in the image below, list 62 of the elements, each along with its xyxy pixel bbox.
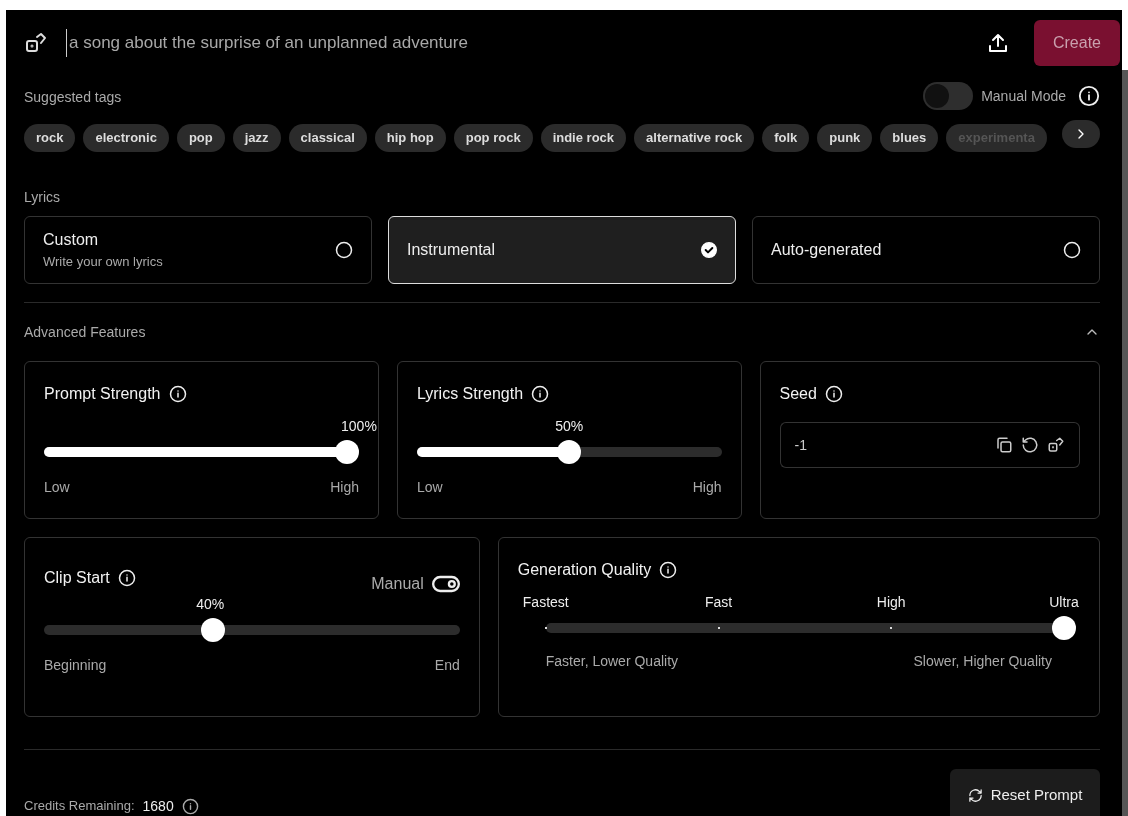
tag-chip[interactable]: hip hop [374,124,446,152]
slider-thumb[interactable] [1052,616,1076,640]
tag-chip[interactable]: electronic [83,124,169,152]
slider-value: 50% [555,417,584,436]
slider-value: 100% [341,417,377,436]
slider-max-label: Slower, Higher Quality [913,652,1052,671]
slider-min-label: Low [44,478,70,497]
slider-thumb[interactable] [200,618,225,642]
lyrics-option[interactable]: Auto-generated [752,216,1100,284]
quality-label: Fastest [522,593,569,612]
card-title: Generation Quality [517,560,652,580]
tag-chip[interactable]: classical [288,124,367,152]
card-title: Prompt Strength [44,384,161,404]
section-label: Lyrics [24,188,62,207]
slider[interactable] [416,440,722,464]
reset-prompt-button[interactable]: Reset Prompt [950,769,1100,816]
upload-icon [986,31,1010,55]
tag-chip[interactable]: indie rock [540,124,627,152]
check-circle-icon [701,242,717,258]
tag-chip[interactable]: folk [762,124,810,152]
quality-label: Fast [704,593,733,612]
card-title: Clip Start [44,568,110,588]
info-icon[interactable] [181,797,199,815]
slider-max-label: End [434,656,460,675]
tag-chip[interactable]: jazz [232,124,281,152]
card-title: Lyrics Strength [416,384,524,404]
slider[interactable] [44,618,460,642]
card-title: Seed [779,384,817,404]
slider-max-label: High [692,478,722,497]
credits-label: Credits Remaining: [24,797,135,816]
upload-button[interactable] [986,31,1010,55]
scroll-right-button[interactable] [1062,120,1100,148]
manual-label: Manual [371,574,424,594]
slider-min-label: Beginning [44,656,107,675]
slider[interactable] [44,440,359,464]
tag-chip[interactable]: blues [880,124,939,152]
tag-chip[interactable]: alternative rock [634,124,755,152]
lyrics-option[interactable]: Instrumental [388,216,736,284]
manual-mode-label: Manual Mode [981,86,1066,106]
tag-chip[interactable]: rock [24,124,76,152]
prompt-field[interactable]: a song about the surprise of an unplanned adventure [66,29,978,57]
dice-icon[interactable] [24,31,48,55]
radio-circle-icon [335,241,353,259]
section-label: Advanced Features [24,322,146,342]
credits-value: 1680 [142,796,174,816]
slider-thumb[interactable] [557,440,582,464]
tag-chip[interactable]: pop [176,124,225,152]
tag-chip[interactable]: punk [817,124,873,152]
refresh-icon [967,787,983,803]
slider-thumb[interactable] [334,440,359,464]
slider-min-label: Low [416,478,443,497]
manual-mode-switch[interactable] [923,82,974,110]
lyrics-option[interactable]: Custom Write your own lyrics [24,216,372,284]
slider-value: 40% [196,595,225,614]
quality-label: Ultra [1049,593,1079,612]
create-button[interactable]: Create [1034,20,1120,66]
slider-min-label: Faster, Lower Quality [545,652,679,671]
tag-chip[interactable]: pop rock [453,124,533,152]
quality-label: High [876,593,906,612]
slider-max-label: High [330,478,359,497]
section-label: Suggested tags [24,88,122,107]
radio-circle-icon [1063,241,1081,259]
